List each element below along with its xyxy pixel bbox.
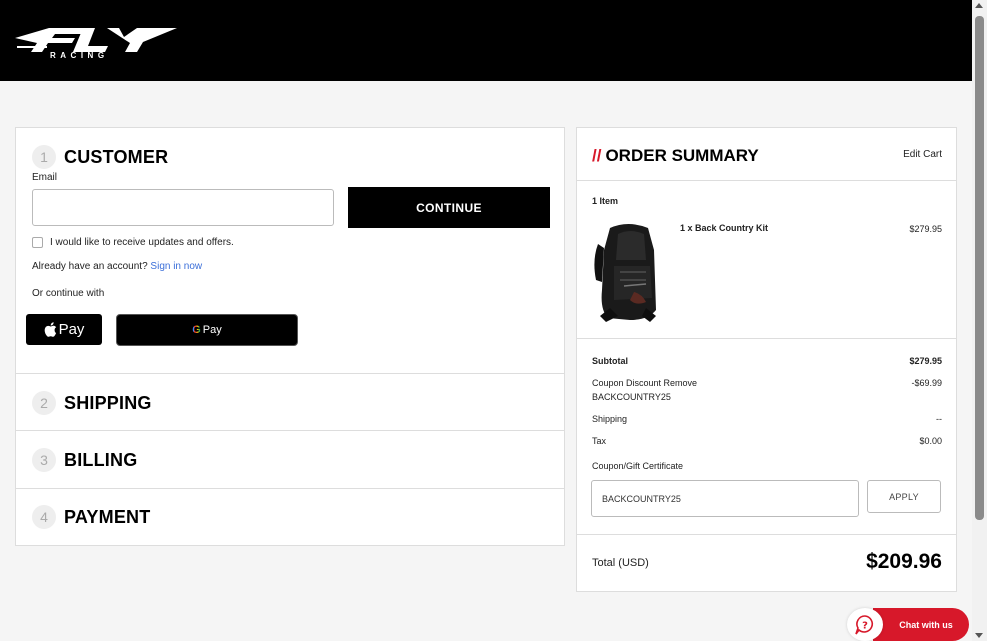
continue-with-label: Or continue with [32,288,105,299]
backpack-image [594,224,656,322]
summary-divider [577,338,956,339]
email-label: Email [32,172,58,183]
coupon-discount-value: -$69.99 [911,378,942,388]
updates-checkbox-label: I would like to receive updates and offe… [50,237,234,248]
title-accent-slashes: // [592,146,602,165]
total-value: $209.96 [866,550,942,573]
step-divider [16,430,564,431]
summary-divider [577,534,956,535]
step-title-billing[interactable]: BILLING [64,450,137,471]
step-number-customer: 1 [32,145,56,169]
step-title-shipping[interactable]: SHIPPING [64,393,152,414]
apple-icon [44,322,56,337]
chat-widget[interactable]: Chat with us ? [847,608,969,641]
account-prompt: Already have an account? Sign in now [32,261,202,272]
coupon-discount-label: Coupon Discount Remove [592,378,698,388]
step-number-shipping: 2 [32,391,56,415]
items-count: 1 Item [592,196,619,206]
shipping-label: Shipping [592,414,628,424]
svg-text:?: ? [862,620,868,631]
tax-label: Tax [592,436,607,446]
order-summary-title: //ORDER SUMMARY [592,146,759,166]
tax-value: $0.00 [919,436,942,446]
order-summary-panel: //ORDER SUMMARY Edit Cart 1 Item 1 x Bac… [576,127,957,592]
step-title-customer: CUSTOMER [64,147,169,167]
account-prompt-text: Already have an account? [32,261,148,272]
email-input[interactable] [32,189,334,226]
logo-racing-text: RACING [50,51,109,60]
site-header: RACING [0,0,972,81]
shipping-value: -- [936,414,942,424]
chat-button[interactable]: Chat with us [873,608,969,641]
step-title-payment[interactable]: PAYMENT [64,507,150,528]
apple-pay-button[interactable]: Pay [26,314,102,345]
google-pay-button[interactable]: G Pay [116,314,298,346]
continue-button[interactable]: CONTINUE [348,187,550,228]
subtotal-label: Subtotal [592,356,628,366]
google-pay-label: Pay [202,324,222,336]
product-price: $279.95 [909,224,942,234]
coupon-code-input[interactable] [591,480,859,517]
scroll-thumb[interactable] [975,16,984,520]
page-scrollbar[interactable] [972,0,987,641]
updates-checkbox[interactable] [32,237,43,248]
step-divider [16,373,564,374]
order-summary-title-text: ORDER SUMMARY [605,146,759,165]
scroll-down-arrow-icon[interactable] [975,633,983,638]
gift-certificate-label: Coupon/Gift Certificate [592,461,684,471]
product-name[interactable]: 1 x Back Country Kit [680,223,768,233]
apple-pay-label: Pay [58,321,85,338]
apply-coupon-button[interactable]: APPLY [867,480,941,513]
edit-cart-link[interactable]: Edit Cart [903,149,942,160]
chat-help-icon[interactable]: ? [847,608,883,641]
checkout-steps-panel: 1 CUSTOMER Email CONTINUE I would like t… [15,127,565,546]
summary-divider [577,180,956,181]
step-number-payment: 4 [32,505,56,529]
coupon-code-applied: BACKCOUNTRY25 [592,392,671,402]
chat-label: Chat with us [899,619,953,630]
scroll-up-arrow-icon[interactable] [975,3,983,8]
step-divider [16,488,564,489]
sign-in-link[interactable]: Sign in now [150,261,202,272]
subtotal-value: $279.95 [909,356,942,366]
chat-bubble-icon: ? [855,614,874,634]
total-label: Total (USD) [592,557,649,569]
google-g-icon: G [192,324,201,336]
step-number-billing: 3 [32,448,56,472]
